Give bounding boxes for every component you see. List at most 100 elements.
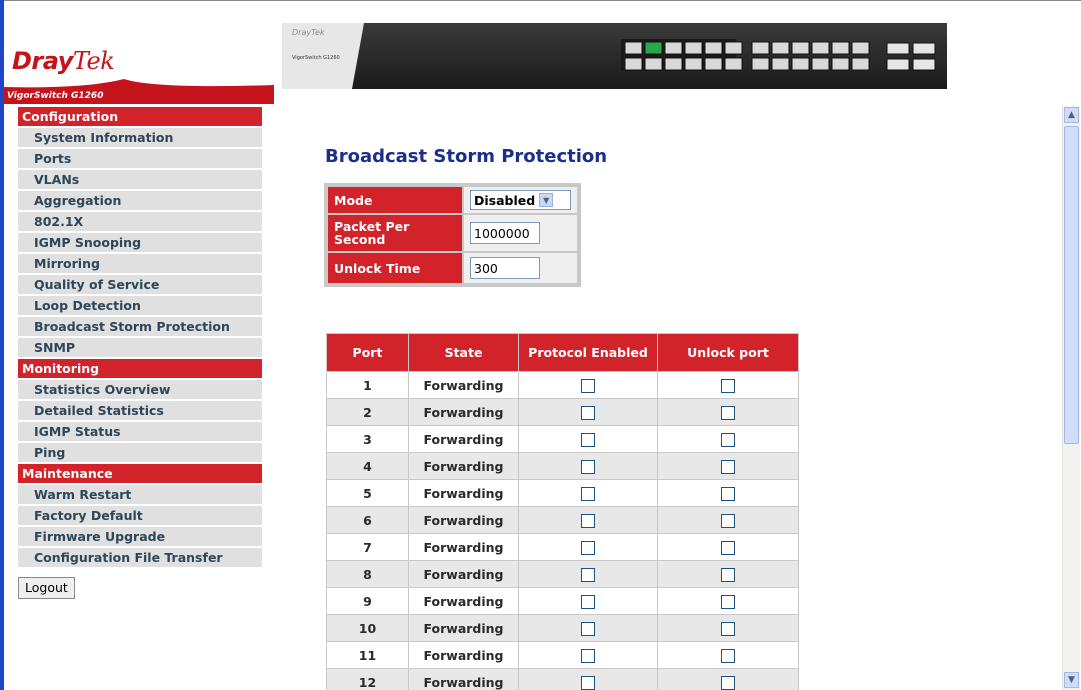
protocol-enabled-checkbox[interactable] xyxy=(581,675,595,690)
sidebar-section-monitoring: Monitoring xyxy=(18,359,262,378)
protocol-enabled-checkbox[interactable] xyxy=(581,486,595,501)
table-row: 11 Forwarding xyxy=(326,641,799,669)
sidebar-item-vlans[interactable]: VLANs xyxy=(18,170,262,189)
port-state: Forwarding xyxy=(408,425,519,453)
unlock-port-checkbox[interactable] xyxy=(721,405,735,420)
protocol-enabled-checkbox[interactable] xyxy=(581,513,595,528)
table-row: 6 Forwarding xyxy=(326,506,799,534)
protocol-enabled-checkbox[interactable] xyxy=(581,540,595,555)
scroll-up-icon[interactable]: ▲ xyxy=(1064,107,1079,123)
mode-select[interactable]: Disabled ▼ xyxy=(470,190,571,210)
protocol-enabled-checkbox[interactable] xyxy=(581,459,595,474)
port-state: Forwarding xyxy=(408,668,519,690)
unlock-port-checkbox[interactable] xyxy=(721,432,735,447)
sidebar-item-ports[interactable]: Ports xyxy=(18,149,262,168)
unlock-port-checkbox[interactable] xyxy=(721,567,735,582)
sidebar-item-igmp-status[interactable]: IGMP Status xyxy=(18,422,262,441)
port-number: 10 xyxy=(326,614,409,642)
port-state: Forwarding xyxy=(408,614,519,642)
protocol-enabled-checkbox[interactable] xyxy=(581,405,595,420)
chevron-down-icon[interactable]: ▼ xyxy=(539,193,554,207)
port-state: Forwarding xyxy=(408,479,519,507)
main-content: Broadcast Storm Protection Mode Disabled… xyxy=(264,106,1061,690)
ports-table: Port State Protocol Enabled Unlock port … xyxy=(326,333,799,690)
port-number: 6 xyxy=(326,506,409,534)
protocol-enabled-checkbox[interactable] xyxy=(581,378,595,393)
protocol-enabled-checkbox[interactable] xyxy=(581,648,595,663)
sidebar-item-loop-detection[interactable]: Loop Detection xyxy=(18,296,262,315)
table-row: 7 Forwarding xyxy=(326,533,799,561)
sidebar-item-quality-of-service[interactable]: Quality of Service xyxy=(18,275,262,294)
unlock-port-checkbox[interactable] xyxy=(721,459,735,474)
vertical-scrollbar[interactable]: ▲ ▼ xyxy=(1062,106,1080,690)
port-number: 4 xyxy=(326,452,409,480)
table-row: 5 Forwarding xyxy=(326,479,799,507)
unlock-port-checkbox[interactable] xyxy=(721,675,735,690)
port-state: Forwarding xyxy=(408,560,519,588)
unlock-port-checkbox[interactable] xyxy=(721,378,735,393)
table-row: 4 Forwarding xyxy=(326,452,799,480)
model-name: VigorSwitch G1260 xyxy=(4,89,274,104)
settings-panel: Mode Disabled ▼ Packet Per Second 100000… xyxy=(324,183,581,287)
table-row: 12 Forwarding xyxy=(326,668,799,690)
unlock-port-checkbox[interactable] xyxy=(721,621,735,636)
sidebar-item-8021x[interactable]: 802.1X xyxy=(18,212,262,231)
packet-per-second-input[interactable]: 1000000 xyxy=(470,222,540,244)
draytek-logo: DrayTek xyxy=(12,47,115,75)
scrollbar-thumb[interactable] xyxy=(1064,126,1079,444)
unlock-time-input[interactable]: 300 xyxy=(470,257,540,279)
sidebar-item-broadcast-storm-protection[interactable]: Broadcast Storm Protection xyxy=(18,317,262,336)
logo-tek: Tek xyxy=(72,47,115,75)
logout-button[interactable]: Logout xyxy=(18,577,75,599)
sidebar-item-firmware-upgrade[interactable]: Firmware Upgrade xyxy=(18,527,262,546)
port-state: Forwarding xyxy=(408,506,519,534)
sidebar-item-aggregation[interactable]: Aggregation xyxy=(18,191,262,210)
switch-device-image: DrayTek VigorSwitch G1260 xyxy=(282,23,947,89)
unlock-port-checkbox[interactable] xyxy=(721,648,735,663)
port-state: Forwarding xyxy=(408,371,519,399)
sidebar-item-factory-default[interactable]: Factory Default xyxy=(18,506,262,525)
mode-label: Mode xyxy=(328,187,462,213)
sidebar-item-igmp-snooping[interactable]: IGMP Snooping xyxy=(18,233,262,252)
protocol-enabled-checkbox[interactable] xyxy=(581,621,595,636)
svg-text:DrayTek: DrayTek xyxy=(292,28,325,37)
sidebar-section-maintenance: Maintenance xyxy=(18,464,262,483)
top-border xyxy=(0,0,1081,1)
table-row: 9 Forwarding xyxy=(326,587,799,615)
sidebar-item-configuration-file-transfer[interactable]: Configuration File Transfer xyxy=(18,548,262,567)
port-state: Forwarding xyxy=(408,533,519,561)
table-row: 2 Forwarding xyxy=(326,398,799,426)
mode-select-value: Disabled xyxy=(474,192,536,208)
port-number: 1 xyxy=(326,371,409,399)
table-row: 1 Forwarding xyxy=(326,371,799,399)
sidebar-item-ping[interactable]: Ping xyxy=(18,443,262,462)
unlock-port-checkbox[interactable] xyxy=(721,486,735,501)
protocol-enabled-checkbox[interactable] xyxy=(581,567,595,582)
table-row: 8 Forwarding xyxy=(326,560,799,588)
sidebar-item-statistics-overview[interactable]: Statistics Overview xyxy=(18,380,262,399)
port-number: 12 xyxy=(326,668,409,690)
unlock-port-checkbox[interactable] xyxy=(721,513,735,528)
unlock-time-label: Unlock Time xyxy=(328,253,462,283)
sidebar-section-configuration: Configuration xyxy=(18,107,262,126)
scroll-down-icon[interactable]: ▼ xyxy=(1064,672,1079,688)
col-header-state: State xyxy=(408,333,519,372)
protocol-enabled-checkbox[interactable] xyxy=(581,594,595,609)
sidebar-item-snmp[interactable]: SNMP xyxy=(18,338,262,357)
sidebar-item-detailed-statistics[interactable]: Detailed Statistics xyxy=(18,401,262,420)
port-number: 9 xyxy=(326,587,409,615)
sidebar-item-system-information[interactable]: System Information xyxy=(18,128,262,147)
col-header-port: Port xyxy=(326,333,409,372)
table-row: 10 Forwarding xyxy=(326,614,799,642)
unlock-port-checkbox[interactable] xyxy=(721,594,735,609)
protocol-enabled-checkbox[interactable] xyxy=(581,432,595,447)
port-number: 8 xyxy=(326,560,409,588)
port-state: Forwarding xyxy=(408,398,519,426)
col-header-unlock-port: Unlock port xyxy=(657,333,799,372)
sidebar-item-mirroring[interactable]: Mirroring xyxy=(18,254,262,273)
port-number: 7 xyxy=(326,533,409,561)
port-state: Forwarding xyxy=(408,587,519,615)
col-header-protocol-enabled: Protocol Enabled xyxy=(518,333,658,372)
sidebar-item-warm-restart[interactable]: Warm Restart xyxy=(18,485,262,504)
unlock-port-checkbox[interactable] xyxy=(721,540,735,555)
